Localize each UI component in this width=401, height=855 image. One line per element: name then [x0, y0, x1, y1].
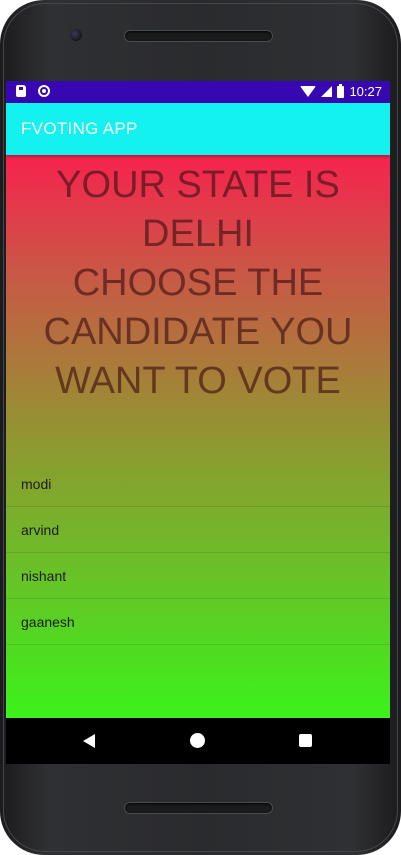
navigation-bar [6, 718, 390, 764]
recents-icon[interactable] [299, 734, 312, 747]
back-icon[interactable] [83, 734, 95, 748]
status-time: 10:27 [349, 84, 382, 99]
wifi-icon [300, 86, 317, 97]
headline-line: WANT TO VOTE [55, 360, 341, 402]
headline-line: DELHI [142, 213, 254, 255]
home-icon[interactable] [190, 733, 205, 748]
candidate-label: gaanesh [21, 614, 75, 630]
candidate-label: arvind [21, 522, 60, 538]
candidate-list: modi arvind nishant gaanesh [6, 461, 390, 645]
device-screen: 10:27 FVOTING APP YOUR STATE IS DELHI CH… [6, 81, 390, 764]
circle-notification-icon [38, 85, 50, 97]
candidate-item-gaanesh[interactable]: gaanesh [6, 599, 390, 645]
status-right-icons: 10:27 [300, 83, 382, 99]
app-title: FVOTING APP [21, 119, 138, 138]
headline-text: YOUR STATE IS DELHI CHOOSE THE CANDIDATE… [6, 161, 390, 406]
front-camera-icon [70, 29, 82, 41]
phone-frame: 10:27 FVOTING APP YOUR STATE IS DELHI CH… [0, 0, 401, 855]
signal-icon [321, 86, 333, 97]
candidate-item-nishant[interactable]: nishant [6, 553, 390, 599]
battery-icon [337, 83, 345, 98]
candidate-item-modi[interactable]: modi [6, 461, 390, 507]
status-left-icons [16, 85, 50, 97]
app-bar: FVOTING APP [6, 103, 390, 155]
candidate-label: modi [21, 476, 52, 492]
candidate-item-arvind[interactable]: arvind [6, 507, 390, 553]
main-content: YOUR STATE IS DELHI CHOOSE THE CANDIDATE… [6, 155, 390, 718]
bottom-speaker-grille [124, 802, 273, 814]
sd-card-icon [16, 85, 26, 97]
candidate-label: nishant [21, 568, 67, 584]
headline-line: CHOOSE THE [72, 262, 324, 304]
headline-line: YOUR STATE IS [56, 164, 340, 206]
status-bar: 10:27 [6, 81, 390, 103]
headline-line: CANDIDATE YOU [43, 311, 353, 353]
top-speaker-grille [124, 30, 273, 42]
